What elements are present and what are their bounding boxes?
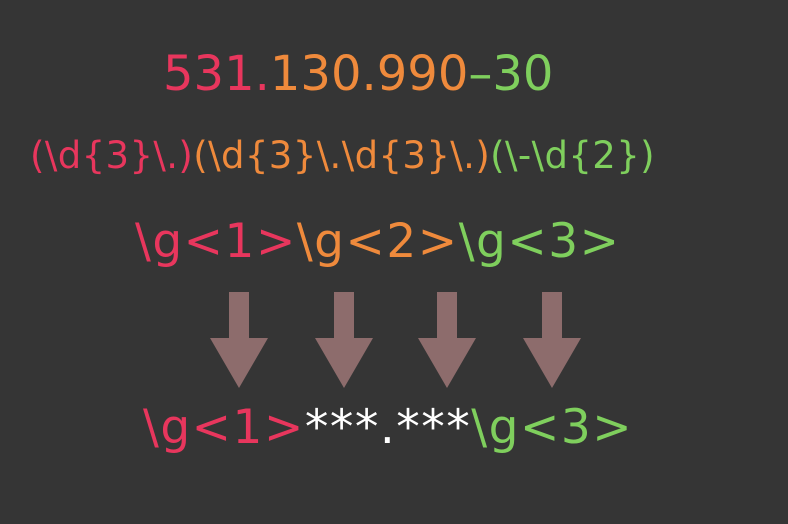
regex-group-3: (\-\d{2}): [490, 134, 656, 177]
arrow-down-icon: [210, 292, 268, 388]
arrow-down-icon: [418, 292, 476, 388]
number-part-3: –30: [468, 46, 554, 102]
regex-pattern: (\d{3}\.)(\d{3}\.\d{3}\.)(\-\d{2}): [30, 131, 655, 181]
sample-number: 531.130.990–30: [163, 44, 553, 104]
group-references: \g<1>\g<2>\g<3>: [135, 212, 621, 272]
group-ref-3: \g<3>: [458, 214, 621, 269]
result-ref-1: \g<1>: [143, 400, 305, 455]
regex-group-2: (\d{3}\.\d{3}\.): [193, 134, 491, 177]
number-part-1: 531.: [163, 46, 270, 102]
result-ref-3: \g<3>: [471, 400, 634, 455]
regex-group-1: (\d{3}\.): [30, 134, 194, 177]
result-masked: ***.***: [304, 400, 472, 455]
group-ref-2: \g<2>: [296, 214, 459, 269]
arrow-down-icon: [523, 292, 581, 388]
arrow-down-icon: [315, 292, 373, 388]
masked-result: \g<1>***.***\g<3>: [143, 398, 633, 458]
group-ref-1: \g<1>: [135, 214, 297, 269]
number-part-2: 130.990: [269, 46, 469, 102]
